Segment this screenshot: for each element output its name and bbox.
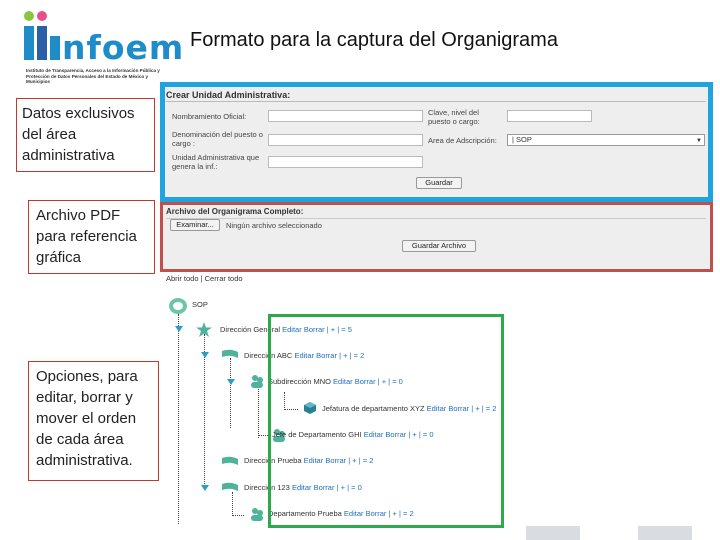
tree-root[interactable]: SOP: [192, 300, 208, 310]
users-icon: [251, 375, 263, 388]
star-icon: [196, 322, 212, 337]
highlight-opciones-box: [268, 314, 504, 528]
decorative-stripe: [526, 526, 580, 540]
infoem-logo: nfoem Instituto de Transparencia, Acceso…: [20, 10, 183, 84]
flag-icon: [222, 456, 238, 465]
page-title: Formato para la captura del Organigrama: [190, 29, 558, 51]
users-icon: [251, 508, 263, 521]
collapse-icon[interactable]: [201, 352, 209, 358]
collapse-icon[interactable]: [227, 379, 235, 385]
tree-line: [178, 314, 179, 524]
logo-wordmark: nfoem: [62, 28, 185, 67]
flag-icon: [222, 482, 238, 491]
flag-icon: [222, 349, 238, 358]
highlight-archivo-box: [160, 202, 713, 272]
organigrama-panel: Crear Unidad Administrativa: Nombramient…: [160, 82, 715, 540]
collapse-icon[interactable]: [201, 485, 209, 491]
collapse-icon[interactable]: [175, 326, 183, 332]
decorative-stripe: [638, 526, 692, 540]
callout-archivo: Archivo PDF para referencia gráfica: [28, 200, 155, 274]
tree-line: [230, 358, 231, 428]
highlight-datos-box: [160, 82, 713, 202]
logo-caption: Instituto de Transparencia, Acceso a la …: [26, 68, 160, 85]
infoem-mark-icon: [24, 11, 60, 60]
callout-datos: Datos exclusivos del área administrativa: [16, 98, 155, 172]
tree-line: [232, 515, 244, 516]
tree-line: [258, 384, 259, 438]
globe-icon: [169, 298, 187, 314]
tree-expand-links[interactable]: Abrir todo | Cerrar todo: [166, 274, 243, 283]
tree-line: [232, 492, 233, 516]
callout-opciones: Opciones, para editar, borrar y mover el…: [28, 361, 159, 481]
